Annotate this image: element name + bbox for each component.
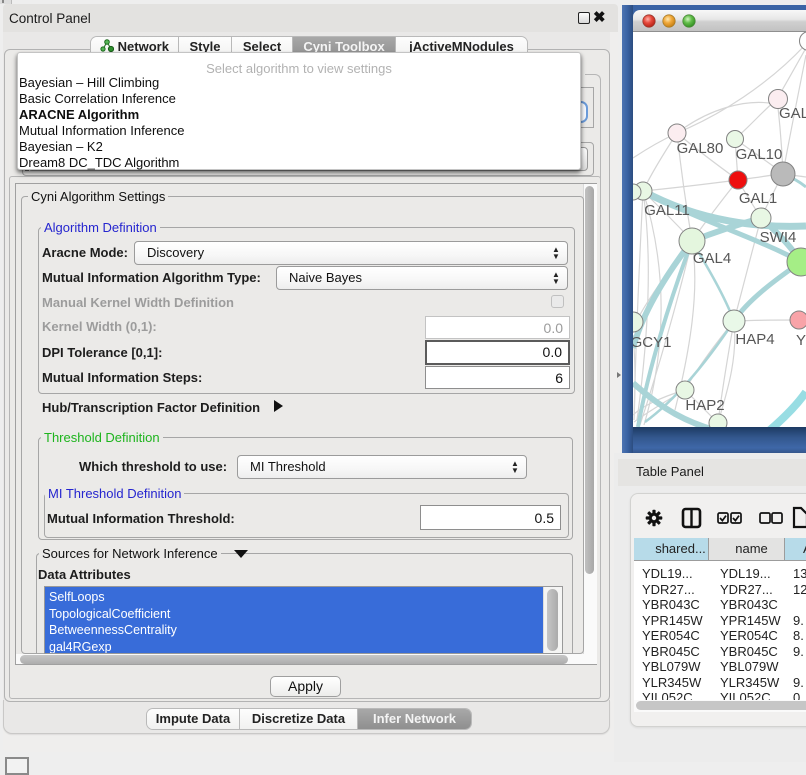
svg-text:GAL10: GAL10 bbox=[736, 146, 783, 163]
svg-text:GAL1: GAL1 bbox=[739, 190, 777, 207]
svg-text:HAP4: HAP4 bbox=[735, 331, 774, 348]
svg-text:SWI4: SWI4 bbox=[760, 229, 797, 246]
svg-text:YM: YM bbox=[796, 332, 806, 349]
svg-text:GCY1: GCY1 bbox=[633, 334, 671, 351]
svg-text:HAP2: HAP2 bbox=[685, 397, 724, 414]
svg-text:GAL11: GAL11 bbox=[644, 202, 690, 219]
svg-text:GAL80: GAL80 bbox=[677, 140, 724, 157]
svg-text:GAL4: GAL4 bbox=[693, 250, 731, 267]
svg-text:GAL2: GAL2 bbox=[779, 105, 806, 122]
